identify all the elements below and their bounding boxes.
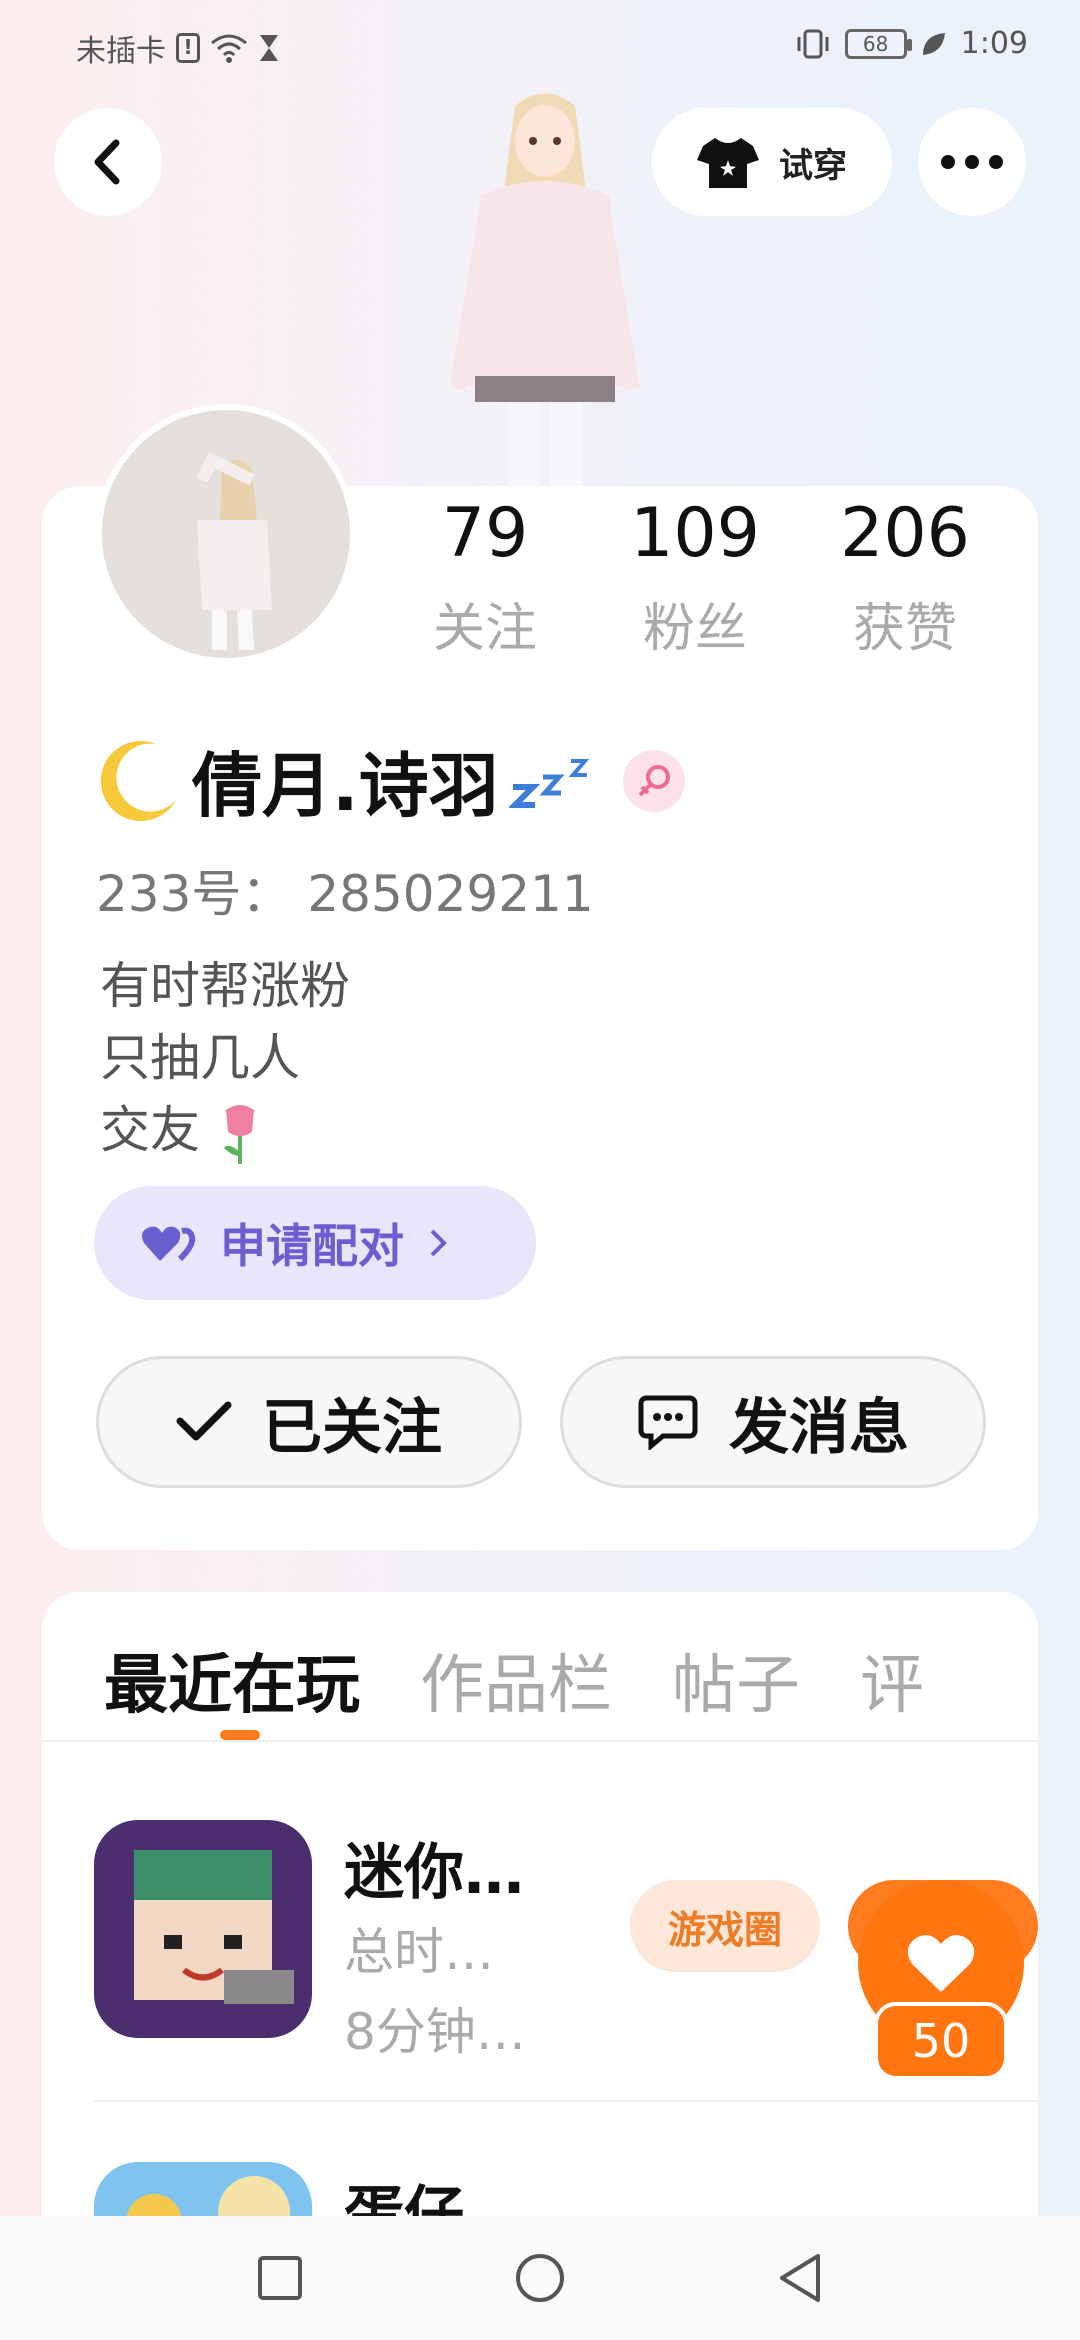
tab-bar: 最近在玩 作品栏 帖子 评	[104, 1634, 924, 1726]
try-on-label: 试穿	[779, 145, 847, 186]
try-on-button[interactable]: 试穿	[652, 108, 892, 216]
stat-likes[interactable]: 206 获赞	[800, 496, 1010, 661]
stat-following-label: 关注	[432, 599, 537, 659]
following-button[interactable]: 已关注	[96, 1356, 522, 1488]
status-right: 68 1:09	[795, 26, 1028, 61]
chevron-left-icon	[94, 139, 120, 185]
check-icon	[176, 1401, 232, 1441]
bio-line: 有时帮涨粉	[100, 957, 350, 1015]
bio-line: 只抽几人	[100, 1029, 300, 1087]
divider	[42, 1740, 1038, 1742]
like-float-button[interactable]: 50	[858, 1880, 1024, 2080]
hourglass-icon	[260, 35, 278, 61]
stat-likes-value: 206	[840, 494, 970, 573]
user-id-value[interactable]: 285029211	[307, 865, 593, 923]
shirt-icon	[697, 138, 759, 188]
tab-works[interactable]: 作品栏	[420, 1634, 612, 1726]
status-bar: 未插卡 ! 68 1:09	[0, 0, 1080, 90]
game-icon[interactable]	[94, 1820, 312, 2038]
back-button[interactable]	[54, 108, 162, 216]
sleep-zzz-icon	[508, 758, 589, 808]
alert-icon: !	[176, 33, 200, 63]
stats-row: 79 关注 109 粉丝 206 获赞	[380, 496, 1010, 661]
apply-pair-label: 申请配对	[220, 1219, 404, 1273]
system-nav-bar	[0, 2216, 1080, 2340]
battery-indicator: 68	[844, 28, 912, 59]
game-circle-button[interactable]: 游戏圈	[630, 1880, 820, 1972]
game-recent-time: 8分钟…	[344, 2003, 526, 2061]
divider	[94, 2100, 1038, 2102]
chat-bubble-icon	[638, 1395, 698, 1450]
name-row: 倩月.诗羽	[96, 730, 685, 831]
moon-icon	[100, 740, 176, 821]
tab-recent-play[interactable]: 最近在玩	[104, 1634, 360, 1726]
bio-line: 交友	[100, 1094, 350, 1166]
tab-posts[interactable]: 帖子	[672, 1634, 800, 1726]
game-title: 迷你…	[344, 1838, 524, 1908]
bio: 有时帮涨粉 只抽几人 交友	[100, 950, 350, 1166]
game-total-time: 总时…	[344, 1923, 494, 1981]
like-count: 50	[874, 2002, 1008, 2080]
home-icon[interactable]	[514, 2252, 566, 2304]
heart-icon	[907, 1935, 975, 1992]
tulip-icon	[223, 1104, 254, 1164]
tab-reviews[interactable]: 评	[860, 1634, 924, 1726]
stat-fans-value: 109	[630, 494, 760, 573]
vibrate-icon	[797, 29, 829, 58]
stat-fans[interactable]: 109 粉丝	[590, 496, 800, 661]
send-message-label: 发消息	[729, 1392, 909, 1463]
avatar	[102, 410, 350, 658]
stat-following-value: 79	[441, 494, 529, 573]
stat-fans-label: 粉丝	[642, 599, 747, 659]
more-dots-icon	[941, 155, 1003, 169]
female-gender-icon	[622, 749, 685, 812]
user-id: 233号： 285029211	[96, 854, 594, 926]
wifi-icon	[211, 34, 247, 63]
stat-likes-label: 获赞	[852, 599, 957, 659]
clock: 1:09	[960, 26, 1028, 61]
active-tab-indicator	[220, 1730, 260, 1740]
leaf-icon	[922, 32, 945, 55]
back-nav-icon[interactable]	[776, 2252, 824, 2304]
chevron-right-icon	[430, 1229, 447, 1257]
avatar-figure	[420, 86, 670, 486]
avatar-ring[interactable]	[96, 404, 356, 664]
heart-pair-icon	[142, 1226, 196, 1262]
more-button[interactable]	[918, 108, 1026, 216]
user-name: 倩月.诗羽	[192, 745, 499, 827]
apply-pair-button[interactable]: 申请配对	[94, 1186, 536, 1300]
send-message-button[interactable]: 发消息	[560, 1356, 986, 1488]
following-label: 已关注	[262, 1392, 442, 1463]
carrier-text: 未插卡	[76, 34, 166, 69]
status-left: 未插卡 !	[76, 26, 280, 70]
stat-following[interactable]: 79 关注	[380, 496, 590, 661]
recent-apps-icon[interactable]	[256, 2254, 304, 2302]
user-id-label: 233号：	[96, 865, 292, 923]
